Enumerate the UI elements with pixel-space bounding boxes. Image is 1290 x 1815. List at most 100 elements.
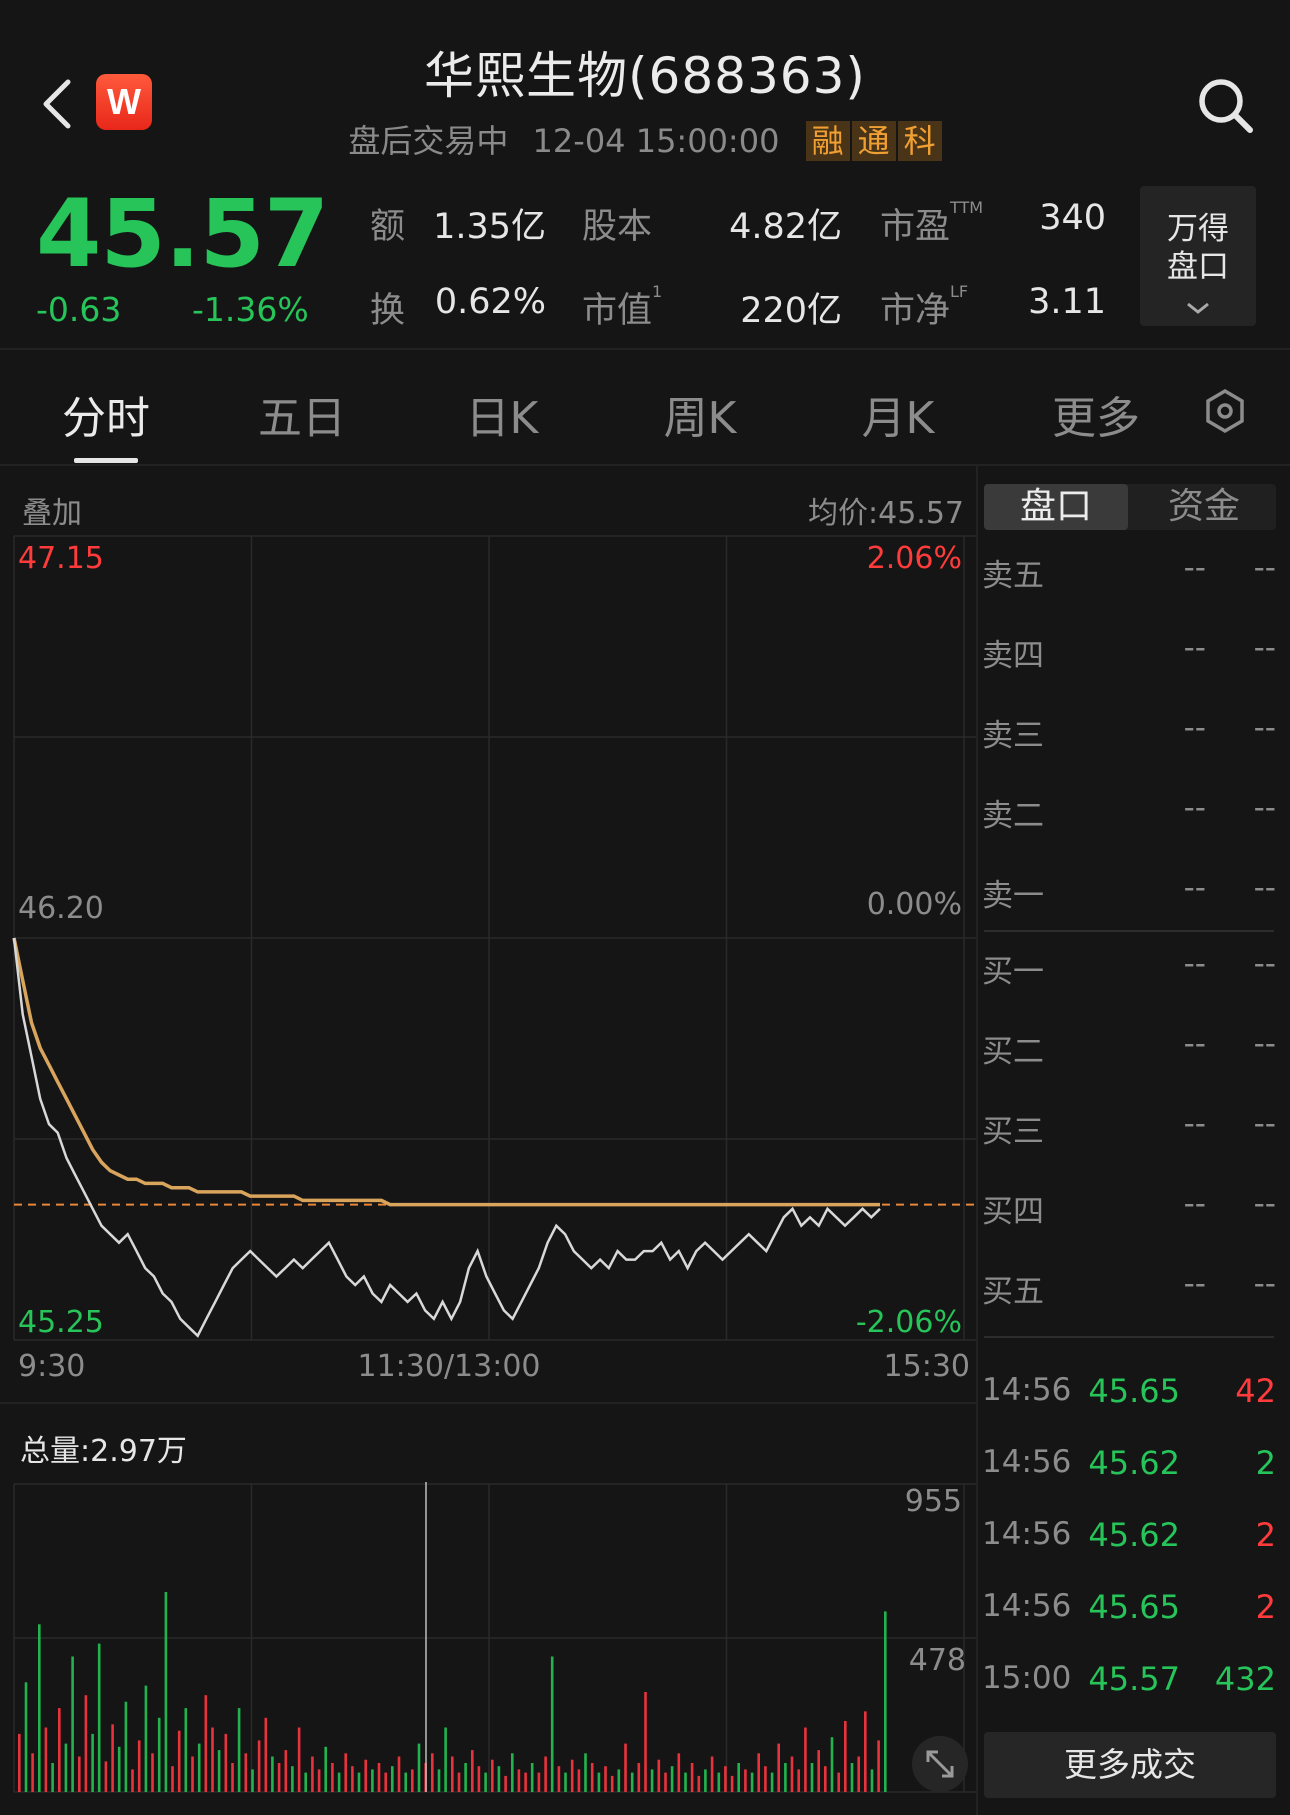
- app-logo-w-icon: W: [96, 74, 152, 130]
- volume-bar: [530, 1763, 534, 1792]
- volume-bar: [131, 1769, 134, 1792]
- volume-bar: [84, 1695, 88, 1792]
- volume-bars: [18, 1592, 887, 1792]
- trade-volume: 432: [1214, 1660, 1276, 1698]
- volume-bar: [677, 1753, 681, 1792]
- volume-bar: [777, 1743, 780, 1792]
- volume-bar: [97, 1643, 101, 1792]
- volume-bar: [31, 1753, 34, 1792]
- volume-bar: [550, 1656, 554, 1792]
- volume-bar: [24, 1682, 28, 1792]
- orderbook-price: --: [1183, 1106, 1206, 1142]
- volume-bar: [657, 1759, 661, 1792]
- orderbook-price: --: [1183, 1186, 1206, 1222]
- avg-price-label: 均价:45.57: [808, 496, 964, 531]
- volume-bar: [564, 1772, 567, 1792]
- volume-bar: [157, 1717, 161, 1792]
- volume-chart[interactable]: 955 478: [0, 1470, 980, 1800]
- gear-hexagon-icon[interactable]: [1202, 388, 1248, 434]
- volume-bar: [271, 1756, 274, 1792]
- back-chevron-icon[interactable]: [38, 76, 78, 132]
- volume-bar: [511, 1753, 514, 1792]
- volume-bar: [737, 1763, 740, 1792]
- volume-bar: [164, 1592, 168, 1792]
- orderbook-price: --: [1183, 550, 1206, 586]
- volume-bar: [684, 1772, 687, 1792]
- volume-bar: [584, 1753, 587, 1792]
- overlay-button[interactable]: 叠加: [22, 488, 82, 532]
- orderbook-level-label: 卖一: [982, 878, 1044, 914]
- more-trades-button[interactable]: 更多成交: [984, 1732, 1276, 1798]
- price-change-pct: -1.36%: [192, 290, 309, 329]
- volume-bar: [824, 1766, 827, 1792]
- volume-bar: [311, 1756, 314, 1792]
- volume-bar: [197, 1743, 201, 1792]
- intraday-chart[interactable]: 47.15 2.06% 46.20 0.00% 45.25 -2.06% 9:3…: [0, 530, 980, 1390]
- volume-bar: [277, 1763, 281, 1792]
- volume-bar: [171, 1766, 174, 1792]
- total-volume-label: 总量:2.97万: [20, 1434, 187, 1469]
- price-line: [12, 937, 881, 1338]
- expand-arrows-icon[interactable]: [912, 1736, 968, 1792]
- volume-bar: [850, 1763, 854, 1792]
- divider: [0, 1402, 976, 1404]
- volume-bar: [570, 1759, 574, 1792]
- orderbook-level-label: 买一: [982, 954, 1044, 990]
- chart-grid: [13, 535, 976, 1341]
- orderbook-volume: --: [1253, 710, 1276, 746]
- orderbook-volume: --: [1253, 1106, 1276, 1142]
- orderbook-volume: --: [1253, 790, 1276, 826]
- orderbook-separator: [984, 930, 1274, 932]
- volume-bar: [417, 1743, 421, 1792]
- trading-status: 盘后交易中: [348, 122, 509, 160]
- price-change: -0.63: [36, 290, 122, 329]
- volume-bar: [504, 1775, 507, 1792]
- tab-five-day[interactable]: 五日: [252, 382, 352, 446]
- volume-bar: [244, 1753, 248, 1792]
- tag-margin[interactable]: 融: [805, 121, 850, 161]
- trade-time: 14:56: [982, 1372, 1072, 1408]
- volume-bar: [484, 1772, 487, 1792]
- seg-pankou[interactable]: 盘口: [984, 484, 1128, 530]
- orderbook-price: --: [1183, 630, 1206, 666]
- tab-intraday[interactable]: 分时: [56, 382, 156, 446]
- volume-bar: [617, 1769, 621, 1792]
- volume-bar: [377, 1763, 381, 1792]
- seg-zijin[interactable]: 资金: [1132, 484, 1276, 530]
- volume-bar: [437, 1769, 441, 1792]
- y-bot-pct: -2.06%: [856, 1305, 962, 1340]
- tab-monthly-k[interactable]: 月K: [848, 382, 948, 446]
- volume-bar: [764, 1766, 767, 1792]
- volume-bar: [817, 1750, 820, 1792]
- volume-bar: [384, 1772, 387, 1792]
- tag-connect[interactable]: 通: [851, 121, 896, 161]
- volume-bar: [251, 1769, 254, 1792]
- vol-y-top: 955: [905, 1484, 962, 1519]
- volume-bar: [644, 1692, 647, 1792]
- trade-volume: 42: [1235, 1372, 1276, 1410]
- volume-bar: [444, 1727, 447, 1792]
- orderbook-volume: --: [1253, 946, 1276, 982]
- orderbook-level-label: 买五: [982, 1274, 1044, 1310]
- volume-bar: [457, 1772, 461, 1792]
- volume-bar: [604, 1766, 607, 1792]
- tab-more[interactable]: 更多: [1046, 382, 1146, 446]
- datetime: 12-04 15:00:00: [532, 122, 780, 160]
- divider: [0, 348, 1290, 350]
- volume-bar: [710, 1756, 714, 1792]
- status-row: 盘后交易中 12-04 15:00:00 融通科: [300, 116, 990, 162]
- volume-bar: [111, 1724, 114, 1792]
- orderbook-level-label: 买四: [982, 1194, 1044, 1230]
- active-tab-indicator: [74, 458, 138, 463]
- volume-bar: [630, 1772, 634, 1792]
- volume-bar: [770, 1772, 774, 1792]
- tab-weekly-k[interactable]: 周K: [650, 382, 750, 446]
- tab-daily-k[interactable]: 日K: [452, 382, 552, 446]
- wande-pankou-button[interactable]: 万得 盘口: [1140, 186, 1256, 326]
- volume-bar: [317, 1769, 321, 1792]
- tag-star[interactable]: 科: [897, 121, 942, 161]
- volume-bar: [211, 1727, 214, 1792]
- search-icon[interactable]: [1196, 76, 1256, 136]
- stat-amount-value: 1.35亿: [433, 207, 546, 247]
- trade-price: 45.62: [1088, 1444, 1180, 1482]
